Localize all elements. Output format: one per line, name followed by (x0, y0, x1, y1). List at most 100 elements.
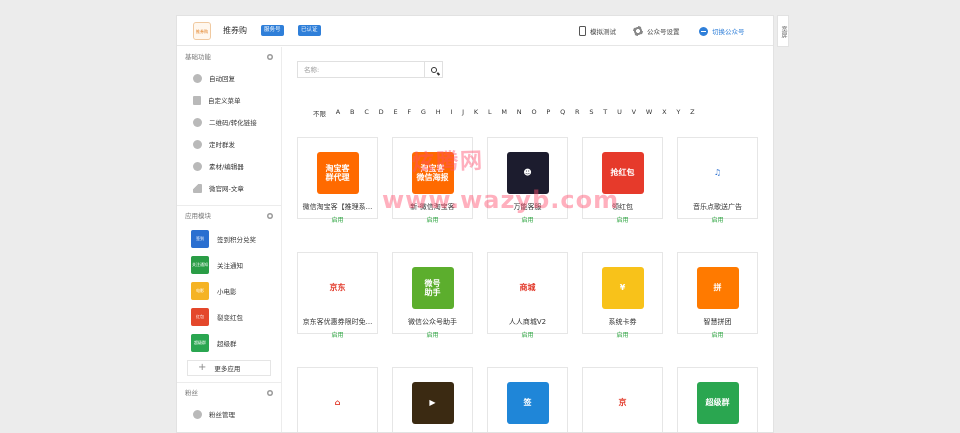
letter-filter-k[interactable]: K (474, 108, 478, 118)
app-status[interactable]: 启用 (298, 330, 377, 339)
app-icon: 微号 助手 (411, 267, 454, 309)
search-button[interactable] (424, 62, 442, 77)
letter-filter-p[interactable]: P (546, 108, 550, 118)
app-card[interactable]: 微号 助手 微信公众号助手 启用 (392, 252, 473, 339)
gear-icon[interactable] (267, 54, 273, 60)
search-input[interactable] (298, 62, 424, 77)
app-name: 智慧拼团 (703, 318, 732, 326)
sidebar-item-label: 微官网-文章 (209, 185, 244, 193)
sidebar-item-scheduled-send[interactable]: 定时群发 (177, 133, 281, 155)
switch-account-label: 切换公众号 (712, 28, 745, 36)
sidebar-item-fans-manage[interactable]: 粉丝管理 (177, 403, 281, 425)
sidebar-section-fans: 粉丝 (177, 383, 281, 403)
app-icon: 签 (506, 382, 549, 424)
sidebar-item-label: 定时群发 (209, 141, 235, 149)
letter-filter-u[interactable]: U (617, 108, 622, 118)
letter-filter-t[interactable]: T (603, 108, 607, 118)
letter-filter-h[interactable]: H (436, 108, 441, 118)
app-card[interactable]: 签签到启用 (487, 367, 568, 432)
sidebar-item-qrcode[interactable]: 二维码/转化链接 (177, 111, 281, 133)
sidebar-item-label: 二维码/转化链接 (209, 119, 257, 127)
gear-icon[interactable] (267, 390, 273, 396)
admin-frame: 推券购 推券购 服务号 已认证 模拟测试 公众号设置 切换公众号 基础功能 自动… (176, 15, 774, 433)
plus-icon: + (198, 362, 207, 373)
app-status[interactable]: 启用 (488, 215, 567, 224)
sidebar-item-label: 粉丝管理 (209, 411, 235, 419)
app-status[interactable]: 启用 (298, 215, 377, 224)
app-card[interactable]: ¥ 系统卡券 启用 (582, 252, 663, 339)
watermark-text: 炫腾网 (411, 148, 485, 177)
sidebar-item-label: 素材/编辑器 (209, 163, 244, 171)
letter-filter-o[interactable]: O (531, 108, 536, 118)
letter-filter-f[interactable]: F (407, 108, 411, 118)
letter-filter-j[interactable]: J (462, 108, 464, 118)
app-status[interactable]: 启用 (488, 330, 567, 339)
letter-filter-x[interactable]: X (662, 108, 666, 118)
account-logo: 推券购 (193, 22, 211, 40)
app-card[interactable]: 京京东客CMS启用 (582, 367, 663, 432)
account-settings-link[interactable]: 公众号设置 (633, 25, 680, 37)
app-card[interactable]: 商城 人人商城V2 启用 (487, 252, 568, 339)
heart-icon (193, 409, 202, 419)
search-icon (430, 66, 437, 73)
section-basic-label: 基础功能 (185, 53, 211, 61)
app-status[interactable]: 启用 (678, 330, 757, 339)
letter-filter-e[interactable]: E (393, 108, 397, 118)
more-apps-button[interactable]: + 更多应用 (187, 360, 271, 376)
letter-filter-i[interactable]: I (450, 108, 452, 118)
letter-filter-n[interactable]: N (517, 108, 522, 118)
sidebar-app-label: 超级群 (217, 340, 237, 348)
sidebar-app-super-group[interactable]: 超级群 超级群 (177, 330, 281, 356)
letter-filter-r[interactable]: R (575, 108, 580, 118)
sidebar-app-checkin[interactable]: 签到 签到积分兑奖 (177, 226, 281, 252)
app-card[interactable]: ♫ 音乐点歌送广告 启用 (677, 137, 758, 224)
letter-filter-v[interactable]: V (632, 108, 636, 118)
app-status[interactable]: 启用 (393, 215, 472, 224)
sidebar-item-materials[interactable]: 素材/编辑器 (177, 155, 281, 177)
sidebar-section-basic: 基础功能 (177, 47, 281, 67)
app-status[interactable]: 启用 (678, 215, 757, 224)
sidebar-app-red-packet[interactable]: 红包 裂变红包 (177, 304, 281, 330)
letter-filter-w[interactable]: W (646, 108, 652, 118)
letter-filter-all[interactable]: 不限 (313, 108, 326, 118)
app-card[interactable]: 京东 京东客优惠券限时免... 启用 (297, 252, 378, 339)
app-card[interactable]: 超级群超级群启用 (677, 367, 758, 432)
sidebar-item-custom-menu[interactable]: 自定义菜单 (177, 89, 281, 111)
widescreen-toggle[interactable]: 宽屏 (777, 15, 789, 47)
app-card[interactable]: ▶全网VIP视频电影免...启用 (392, 367, 473, 432)
letter-filter-y[interactable]: Y (676, 108, 680, 118)
letter-filter-d[interactable]: D (379, 108, 384, 118)
app-card[interactable]: ⌂积分商城启用 (297, 367, 378, 432)
app-icon: 商城 (506, 267, 549, 309)
letter-filter-q[interactable]: Q (560, 108, 565, 118)
doc-icon (193, 95, 201, 105)
letter-filter-s[interactable]: S (589, 108, 593, 118)
switch-account-link[interactable]: 切换公众号 (699, 25, 745, 37)
letter-filter-a[interactable]: A (336, 108, 340, 118)
sidebar-app-movie[interactable]: 电影 小电影 (177, 278, 281, 304)
app-card[interactable]: 淘宝客 群代理 微信淘宝客【推理系... 启用 (297, 137, 378, 224)
sidebar-item-auto-reply[interactable]: 自动回复 (177, 67, 281, 89)
app-status[interactable]: 启用 (393, 330, 472, 339)
section-fans-label: 粉丝 (185, 389, 198, 397)
sidebar-app-label: 小电影 (217, 288, 237, 296)
letter-filter-l[interactable]: L (488, 108, 492, 118)
app-card[interactable]: 拼智慧拼团 启用 (677, 252, 758, 339)
top-header: 推券购 推券购 服务号 已认证 模拟测试 公众号设置 切换公众号 (177, 16, 773, 46)
app-status[interactable]: 启用 (583, 215, 662, 224)
service-account-badge: 服务号 (261, 25, 284, 36)
sidebar-item-microsite[interactable]: 微官网-文章 (177, 177, 281, 199)
simulate-test-link[interactable]: 模拟测试 (579, 25, 616, 37)
sidebar-app-follow-notice[interactable]: 关注通知 关注通知 (177, 252, 281, 278)
letter-filter-b[interactable]: B (350, 108, 354, 118)
letter-filter-m[interactable]: M (501, 108, 507, 118)
phone-icon (579, 26, 586, 36)
gear-icon[interactable] (267, 213, 273, 219)
letter-filter-g[interactable]: G (421, 108, 426, 118)
super-group-app-icon: 超级群 (191, 334, 209, 352)
letter-filter-z[interactable]: Z (690, 108, 694, 118)
simulate-test-label: 模拟测试 (590, 28, 616, 36)
app-status[interactable]: 启用 (583, 330, 662, 339)
red-packet-app-icon: 红包 (191, 308, 209, 326)
letter-filter-c[interactable]: C (364, 108, 369, 118)
